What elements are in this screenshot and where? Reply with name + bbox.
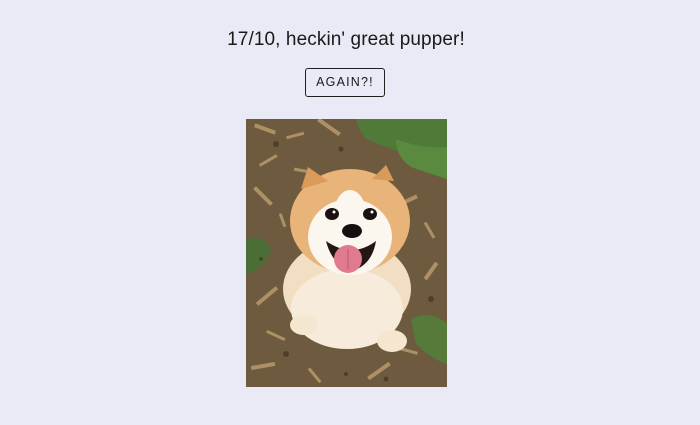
rating-text: 17/10, heckin' great pupper!	[227, 29, 465, 50]
dog-photo	[246, 119, 447, 387]
again-button[interactable]: AGAIN?!	[305, 68, 385, 97]
